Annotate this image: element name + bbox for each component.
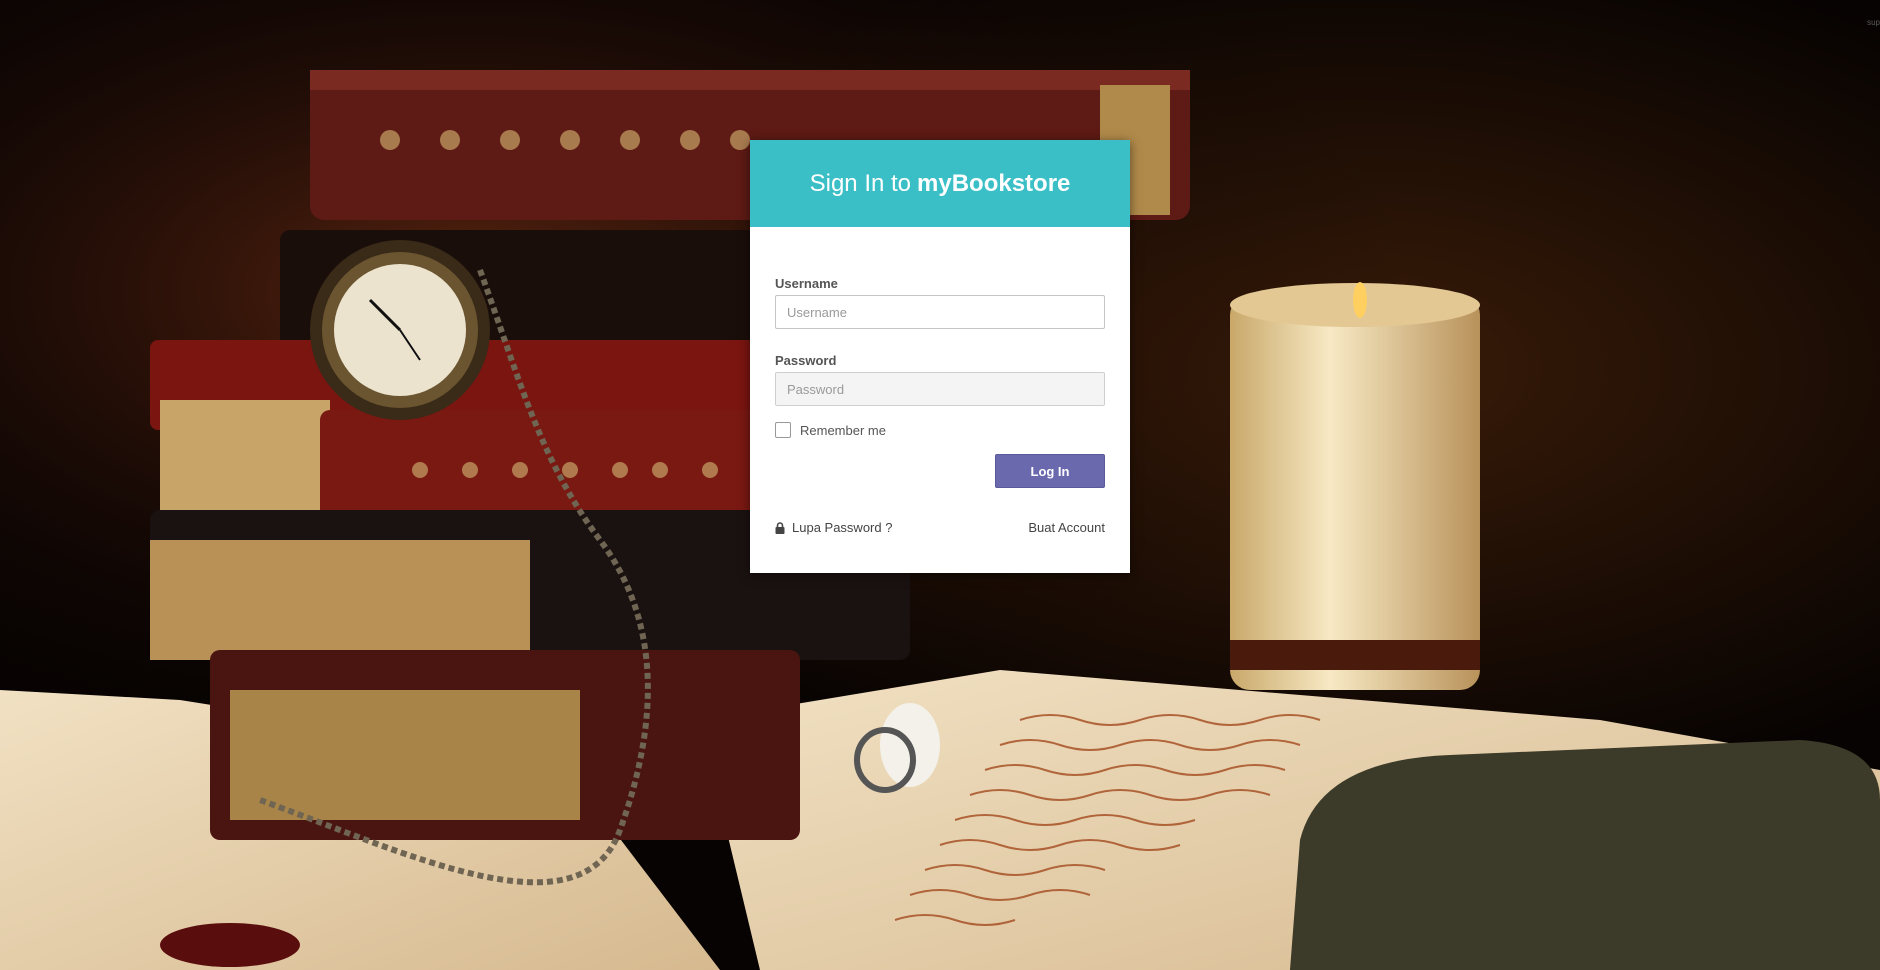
username-label: Username — [775, 276, 838, 291]
remember-me-checkbox[interactable] — [775, 422, 791, 438]
forgot-password-label: Lupa Password ? — [792, 520, 893, 535]
button-row: Log In — [775, 454, 1105, 488]
footer-links: Lupa Password ? Buat Account — [775, 520, 1105, 535]
login-form: Username Password Remember me Log In Lup… — [750, 276, 1130, 535]
brand-name: myBookstore — [917, 169, 1071, 197]
create-account-link[interactable]: Buat Account — [1028, 520, 1105, 535]
forgot-password-link[interactable]: Lupa Password ? — [775, 520, 892, 535]
remember-me-label: Remember me — [800, 422, 886, 438]
password-label: Password — [775, 353, 837, 368]
lock-icon — [775, 521, 785, 534]
login-button[interactable]: Log In — [995, 454, 1105, 488]
username-input[interactable] — [775, 295, 1105, 329]
corner-text: sup — [1867, 18, 1880, 27]
header-title: Sign In to — [809, 169, 912, 197]
login-header: Sign In to myBookstore — [750, 140, 1130, 227]
login-card: Sign In to myBookstore Username Password… — [750, 140, 1130, 573]
remember-me-row[interactable]: Remember me — [775, 422, 1105, 438]
password-input[interactable] — [775, 372, 1105, 406]
